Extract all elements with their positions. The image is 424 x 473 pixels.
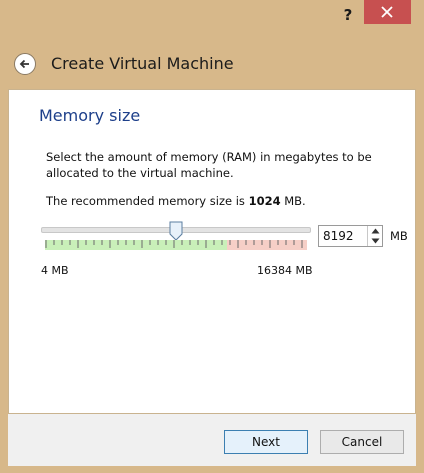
recommended-value: 1024 bbox=[248, 194, 281, 208]
min-memory-label: 4 MB bbox=[41, 264, 69, 277]
content-panel: Memory size Select the amount of memory … bbox=[8, 89, 416, 414]
caret-down-icon bbox=[371, 238, 380, 244]
scale-ticks bbox=[45, 240, 303, 248]
title-bar: ? bbox=[0, 0, 424, 30]
spin-up-button[interactable] bbox=[367, 226, 382, 236]
vm-wizard-window: ? Create Virtual Machine Memory size Sel… bbox=[0, 0, 424, 473]
close-button[interactable] bbox=[364, 0, 411, 24]
memory-spinbox[interactable] bbox=[318, 225, 383, 247]
next-button[interactable]: Next bbox=[224, 430, 308, 454]
recommend-prefix: The recommended memory size is bbox=[46, 194, 249, 208]
wizard-title: Create Virtual Machine bbox=[51, 54, 234, 73]
memory-unit-label: MB bbox=[390, 229, 408, 243]
memory-scale bbox=[45, 240, 307, 250]
cancel-button[interactable]: Cancel bbox=[320, 430, 404, 454]
back-arrow-icon bbox=[19, 59, 29, 69]
spin-down-button[interactable] bbox=[367, 236, 382, 246]
caret-up-icon bbox=[371, 228, 380, 234]
button-bar: Next Cancel bbox=[8, 414, 416, 466]
close-icon bbox=[381, 6, 393, 18]
memory-slider-thumb[interactable] bbox=[169, 221, 183, 241]
wizard-header: Create Virtual Machine bbox=[0, 40, 424, 88]
max-memory-label: 16384 MB bbox=[257, 264, 313, 277]
page-heading: Memory size bbox=[39, 106, 141, 125]
description-text: Select the amount of memory (RAM) in meg… bbox=[46, 150, 372, 180]
help-button[interactable]: ? bbox=[334, 4, 362, 26]
memory-value-input[interactable] bbox=[319, 226, 367, 246]
recommendation-text: The recommended memory size is 1024 MB. bbox=[46, 194, 306, 208]
back-button[interactable] bbox=[14, 53, 36, 75]
slider-thumb-icon bbox=[169, 221, 183, 241]
recommend-suffix: MB. bbox=[280, 194, 306, 208]
